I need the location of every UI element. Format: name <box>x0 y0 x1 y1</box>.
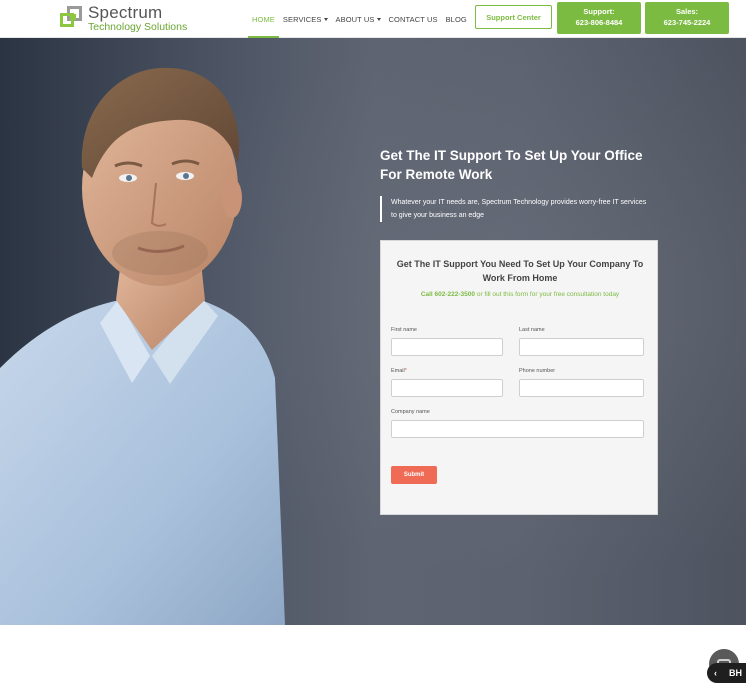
form-subtitle: Call 602-222-3500 or fill out this form … <box>389 291 651 298</box>
consultation-form: Get The IT Support You Need To Set Up Yo… <box>380 240 658 515</box>
hero-title: Get The IT Support To Set Up Your Office… <box>380 148 643 182</box>
required-mark: * <box>404 368 407 374</box>
sales-phone: 623-745-2224 <box>663 18 711 27</box>
caret-down-icon <box>376 17 381 21</box>
logo-icon <box>60 5 84 31</box>
accessibility-badge[interactable]: ‹ BH <box>707 663 746 683</box>
company-label: Company name <box>391 409 430 415</box>
nav-item-blog[interactable]: BLOG <box>442 0 471 38</box>
brand-tagline: Technology Solutions <box>88 20 188 33</box>
sales-phone-button[interactable]: Sales: 623-745-2224 <box>645 2 729 34</box>
phone-field[interactable] <box>519 379 644 397</box>
support-center-button[interactable]: Support Center <box>475 5 552 29</box>
nav-item-label: ABOUT US <box>335 14 375 24</box>
phone-label: Phone number <box>519 368 556 374</box>
chevron-left-icon: ‹ <box>714 668 717 678</box>
nav-item-label: CONTACT US <box>388 14 438 24</box>
submit-button[interactable]: Submit <box>391 466 437 484</box>
nav-item-services[interactable]: SERVICES <box>279 0 332 38</box>
caret-down-icon <box>323 17 328 21</box>
email-field[interactable] <box>391 379 503 397</box>
first-name-field[interactable] <box>391 338 503 356</box>
email-label: Email* <box>391 368 407 374</box>
nav-item-home[interactable]: HOME <box>248 0 279 38</box>
nav-item-about-us[interactable]: ABOUT US <box>332 0 385 38</box>
last-name-label: Last name <box>519 327 545 333</box>
main-nav: HOME SERVICES ABOUT US CONTACT US BLOG <box>248 0 471 38</box>
badge-label: BH <box>729 668 742 678</box>
support-phone: 623-806-8484 <box>575 18 623 27</box>
call-link[interactable]: Call 602-222-3500 <box>421 291 475 298</box>
sales-label: Sales: <box>675 7 699 17</box>
nav-item-contact-us[interactable]: CONTACT US <box>385 0 442 38</box>
form-title: Get The IT Support You Need To Set Up Yo… <box>396 259 644 283</box>
support-label: Support: <box>583 7 615 17</box>
hero-quote: Whatever your IT needs are, Spectrum Tec… <box>380 196 648 222</box>
email-label-text: Email <box>391 368 405 374</box>
first-name-label: First name <box>391 327 417 333</box>
nav-item-label: HOME <box>252 14 275 24</box>
support-phone-button[interactable]: Support: 623-806-8484 <box>557 2 641 34</box>
hero-person-image <box>0 67 285 625</box>
brand-name: Spectrum <box>88 2 163 22</box>
site-header: Spectrum Technology Solutions HOME SERVI… <box>0 0 746 38</box>
company-field[interactable] <box>391 420 644 438</box>
hero-section: Get The IT Support To Set Up Your Office… <box>0 38 746 625</box>
form-subtitle-text: or fill out this form for your free cons… <box>475 291 620 298</box>
nav-item-label: BLOG <box>445 14 467 24</box>
nav-item-label: SERVICES <box>282 14 322 24</box>
last-name-field[interactable] <box>519 338 644 356</box>
brand-logo[interactable]: Spectrum Technology Solutions <box>60 3 187 33</box>
